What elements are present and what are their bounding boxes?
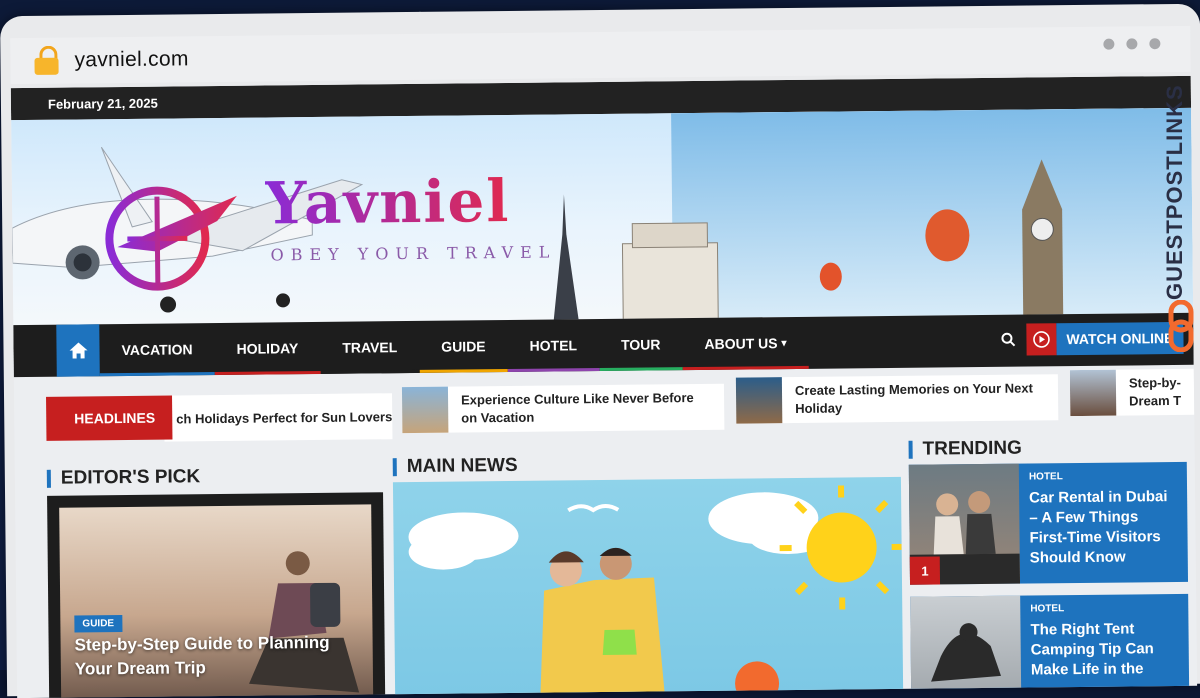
editors-pick-headline[interactable]: Step-by-Step Guide to Planning Your Drea… bbox=[75, 631, 365, 682]
website: February 21, 2025 Yavniel OBEY YOUR TRAV… bbox=[11, 76, 1197, 698]
dot-icon bbox=[1103, 39, 1114, 50]
ticker-thumbnail bbox=[736, 377, 782, 423]
nav-item-holiday[interactable]: HOLIDAY bbox=[214, 322, 320, 375]
date-text: February 21, 2025 bbox=[48, 95, 158, 111]
landmarks-icon bbox=[542, 149, 1104, 325]
section-title-trending: TRENDING bbox=[909, 440, 1022, 459]
trending-category[interactable]: HOTEL bbox=[1029, 470, 1177, 483]
window-controls bbox=[1103, 38, 1160, 50]
lock-icon bbox=[34, 46, 60, 76]
trending-headline[interactable]: The Right Tent Camping Tip Can Make Life… bbox=[1030, 619, 1179, 681]
ticker-thumbnail bbox=[1070, 370, 1116, 416]
trending-category[interactable]: HOTEL bbox=[1030, 602, 1178, 615]
ticker-item[interactable]: ch Holidays Perfect for Sun Lovers bbox=[164, 393, 392, 441]
nav-item-vacation[interactable]: VACATION bbox=[99, 323, 215, 376]
play-icon bbox=[1032, 330, 1050, 348]
nav-item-hotel[interactable]: HOTEL bbox=[507, 319, 599, 372]
nav-item-about-us[interactable]: ABOUT US ▾ bbox=[682, 317, 809, 370]
search-icon[interactable] bbox=[1000, 332, 1016, 348]
main-news-card[interactable] bbox=[393, 477, 903, 698]
section-title-editors-pick: EDITOR'S PICK bbox=[47, 468, 200, 488]
headlines-label: HEADLINES bbox=[46, 396, 172, 441]
watch-online-button[interactable]: WATCH ONLINE bbox=[1026, 322, 1183, 356]
guestpostlinks-watermark: GUESTPOSTLINKS bbox=[1162, 60, 1192, 300]
header-banner[interactable]: Yavniel OBEY YOUR TRAVEL bbox=[11, 108, 1193, 325]
chevron-down-icon: ▾ bbox=[781, 338, 786, 349]
link-icon bbox=[1168, 300, 1194, 352]
logo-mark-icon bbox=[97, 176, 248, 298]
trending-headline[interactable]: Car Rental in Dubai – A Few Things First… bbox=[1029, 487, 1178, 569]
ticker-item[interactable]: Experience Culture Like Never Before on … bbox=[402, 384, 724, 433]
trending-item[interactable]: 1 HOTEL Car Rental in Dubai – A Few Thin… bbox=[909, 462, 1188, 585]
home-button[interactable] bbox=[56, 324, 100, 376]
logo-text: Yavniel bbox=[265, 167, 511, 238]
dot-icon bbox=[1149, 38, 1160, 49]
headlines-ticker: ch Holidays Perfect for Sun Lovers HEADL… bbox=[14, 365, 1195, 447]
ticker-item[interactable]: Create Lasting Memories on Your Next Hol… bbox=[736, 374, 1058, 423]
url-text: yavniel.com bbox=[74, 47, 188, 72]
nav-item-tour[interactable]: TOUR bbox=[599, 318, 683, 371]
ticker-item[interactable]: Step-by- Dream T bbox=[1070, 369, 1194, 416]
category-tag[interactable]: GUIDE bbox=[74, 615, 122, 632]
main-news-illustration bbox=[393, 477, 903, 698]
home-icon bbox=[68, 341, 88, 359]
trending-thumbnail bbox=[910, 596, 1021, 698]
trending-item[interactable]: HOTEL The Right Tent Camping Tip Can Mak… bbox=[910, 594, 1189, 698]
nav-item-travel[interactable]: TRAVEL bbox=[320, 321, 420, 374]
trending-thumbnail: 1 bbox=[909, 464, 1020, 585]
trending-rank: 1 bbox=[910, 556, 940, 584]
nav-item-guide[interactable]: GUIDE bbox=[419, 320, 508, 373]
section-title-main-news: MAIN NEWS bbox=[393, 457, 518, 476]
ticker-thumbnail bbox=[402, 387, 448, 433]
dot-icon bbox=[1126, 38, 1137, 49]
editors-pick-card[interactable]: GUIDE Step-by-Step Guide to Planning You… bbox=[47, 492, 385, 698]
logo-tagline: OBEY YOUR TRAVEL bbox=[270, 242, 556, 264]
address-bar[interactable]: yavniel.com bbox=[10, 26, 1190, 84]
browser-window: yavniel.com February 21, 2025 Yavni bbox=[0, 4, 1200, 697]
